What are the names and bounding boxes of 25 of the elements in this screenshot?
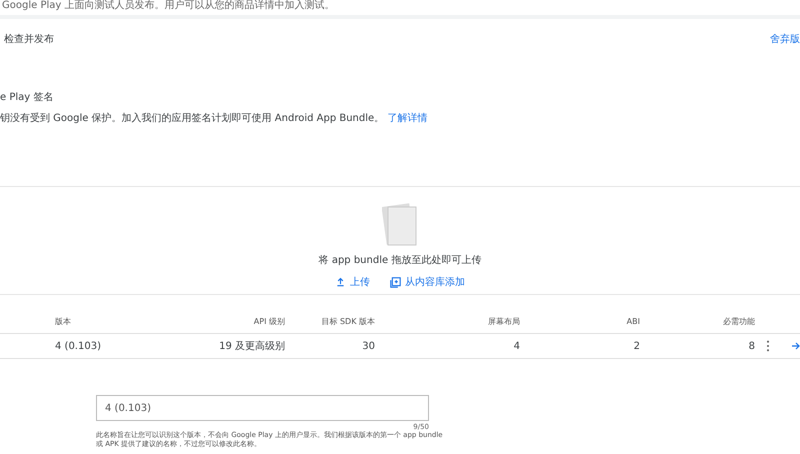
table-cell-text: 19 及更高级别	[218, 340, 285, 353]
table-cell-text: 8	[748, 340, 755, 352]
signing-description: 钥没有受到 Google 保护。加入我们的应用签名计划即可使用 Android App Bundle。 了解详情	[0, 112, 428, 125]
table-cell-text: 2	[632, 340, 640, 352]
drop-hint: 将 app bundle 拖放至此处即可上传	[318, 254, 482, 267]
more-icon[interactable]	[766, 340, 770, 352]
discard-link[interactable]: 舍弃版	[770, 32, 800, 46]
column-header: API 级别	[252, 316, 285, 326]
learn-more-link[interactable]: 了解详情	[387, 113, 428, 124]
upload-button[interactable]: 上传	[331, 273, 374, 291]
column-header: ABI	[626, 316, 640, 326]
release-name-field[interactable]: 4 (0.103)	[96, 395, 429, 421]
add-to-library-icon	[390, 276, 401, 288]
section-title: 检查并发布	[4, 32, 54, 46]
table-cell-text: 4	[512, 340, 520, 352]
column-header: 目标 SDK 版本	[320, 316, 375, 326]
add-from-library-button[interactable]: 从内容库添加	[386, 273, 469, 291]
column-header: 屏幕布局	[487, 316, 520, 326]
table-cell-text: 4 (0.103)	[55, 340, 102, 352]
column-header: 版本	[55, 316, 72, 326]
column-header: 必需功能	[722, 316, 755, 326]
upload-icon	[335, 276, 346, 288]
section-title: e Play 签名	[0, 91, 54, 104]
table-cell-text: 30	[361, 340, 375, 352]
arrow-icon[interactable]	[792, 342, 800, 350]
